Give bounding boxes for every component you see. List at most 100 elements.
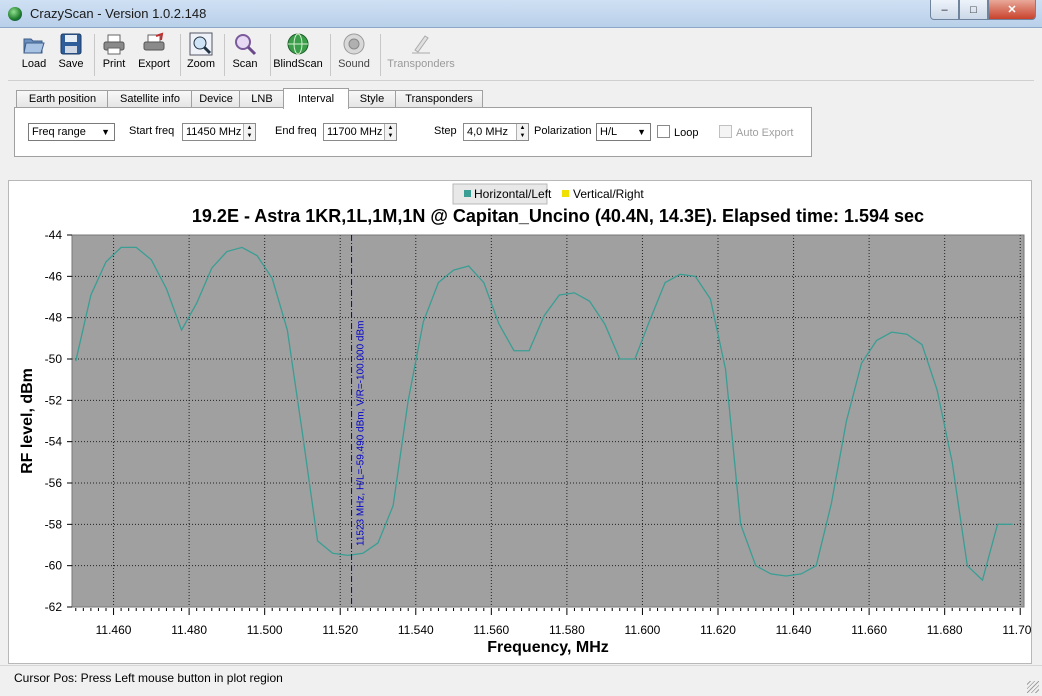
floppy-disk-icon [59,32,83,56]
chart-title: 19.2E - Astra 1KR,1L,1M,1N @ Capitan_Unc… [192,206,924,226]
end-freq-spinbox[interactable]: 11700 MHz ▲ ▼ [323,123,397,141]
step-label: Step [434,125,457,137]
print-label: Print [102,58,126,70]
start-freq-label: Start freq [129,125,175,137]
loop-label: Loop [674,127,699,139]
close-button[interactable]: ✕ [988,0,1036,20]
app-globe-icon [8,7,22,21]
printer-icon [102,32,126,56]
y-tick-label: -48 [45,311,63,325]
print-button[interactable]: Print [98,32,130,70]
y-tick-label: -46 [45,269,63,283]
start-freq-value: 11450 MHz [186,126,242,138]
y-tick-label: -44 [45,228,63,242]
tab-satellite-info[interactable]: Satellite info [107,90,193,108]
window-title: CrazyScan - Version 1.0.2.148 [30,6,207,21]
y-tick-label: -62 [45,600,63,614]
toolbar-separator [380,34,381,76]
window-controls: – □ ✕ [930,0,1036,20]
legend-label-horizontal: Horizontal/Left [474,187,552,201]
x-tick-label: 11.580 [549,623,585,637]
resize-grip-icon[interactable] [1027,681,1039,693]
scan-label: Scan [232,58,258,70]
spin-arrows-icon[interactable]: ▲ ▼ [516,124,528,140]
tab-interval[interactable]: Interval [283,88,349,109]
polarization-value: H/L [600,126,618,138]
minimize-button[interactable]: – [930,0,959,20]
cursor-position-status: Cursor Pos: Press Left mouse button in p… [14,671,283,685]
y-tick-label: -60 [45,559,63,573]
export-label: Export [138,58,170,70]
status-bar: Cursor Pos: Press Left mouse button in p… [0,665,1042,696]
loop-checkbox[interactable]: Loop [657,125,698,139]
toolbar-separator [180,34,181,76]
blindscan-label: BlindScan [273,58,323,70]
x-tick-label: 11.700 [1002,623,1031,637]
save-label: Save [58,58,84,70]
spectrum-plot[interactable]: 11.460 11.480 11.500 11.520 11.540 11.560 11.5… [8,180,1038,664]
plot-area [72,235,1024,607]
polarization-select[interactable]: H/L ▼ [596,123,651,141]
x-tick-label: 11.480 [171,623,207,637]
dropdown-arrow-icon: ▼ [637,127,646,137]
x-tick-label: 11.540 [398,623,434,637]
x-tick-label: 11.640 [776,623,812,637]
load-label: Load [21,58,47,70]
zoom-icon [189,32,213,56]
save-button[interactable]: Save [54,32,88,70]
sound-button[interactable]: Sound [334,32,374,70]
tab-lnb[interactable]: LNB [239,90,285,108]
y-tick-label: -58 [45,517,63,531]
spin-arrows-icon[interactable]: ▲ ▼ [243,124,255,140]
range-mode-select[interactable]: Freq range ▼ [28,123,115,141]
toolbar-separator [224,34,225,76]
dropdown-arrow-icon: ▼ [101,127,110,137]
export-button[interactable]: Export [134,32,174,70]
toolbar: Load Save Print Export Zoom Scan BlindSc… [8,30,1034,81]
checkbox-box-icon [719,125,732,138]
x-tick-label: 11.680 [927,623,963,637]
transponders-button[interactable]: Transponders [384,32,458,70]
y-tick-label: -50 [45,352,63,366]
step-spinbox[interactable]: 4,0 MHz ▲ ▼ [463,123,529,141]
interval-panel: Freq range ▼ Start freq 11450 MHz ▲ ▼ End… [14,107,812,157]
tab-style[interactable]: Style [347,90,397,108]
chart-svg[interactable]: 11.460 11.480 11.500 11.520 11.540 11.560 11.5… [9,181,1038,663]
auto-export-label: Auto Export [736,127,794,139]
x-tick-label: 11.600 [625,623,661,637]
zoom-button[interactable]: Zoom [184,32,218,70]
scan-button[interactable]: Scan [228,32,262,70]
speaker-icon [342,32,366,56]
pen-chart-icon [409,32,433,56]
cursor-readout: 11523 MHz, H/L=-59.490 dBm, V/R=-100.000… [356,321,367,547]
y-tick-label: -52 [45,393,63,407]
maximize-button[interactable]: □ [959,0,988,20]
legend-swatch-vertical [562,190,569,197]
spin-arrows-icon[interactable]: ▲ ▼ [384,124,396,140]
tab-transponders[interactable]: Transponders [395,90,483,108]
tab-earth-position[interactable]: Earth position [16,90,109,108]
checkbox-box-icon [657,125,670,138]
folder-open-icon [22,32,46,56]
transponders-label: Transponders [387,58,455,70]
toolbar-separator [94,34,95,76]
step-value: 4,0 MHz [467,126,508,138]
load-button[interactable]: Load [16,32,52,70]
y-axis-label: RF level, dBm [19,368,36,474]
end-freq-value: 11700 MHz [327,126,383,138]
auto-export-checkbox[interactable]: Auto Export [719,125,793,139]
magnifier-icon [233,32,257,56]
polarization-label: Polarization [534,125,592,137]
tab-device[interactable]: Device [191,90,241,108]
start-freq-spinbox[interactable]: 11450 MHz ▲ ▼ [182,123,256,141]
blindscan-button[interactable]: BlindScan [272,32,324,70]
y-tick-label: -56 [45,476,63,490]
sound-label: Sound [338,58,370,70]
range-mode-value: Freq range [32,126,86,138]
toolbar-separator [330,34,331,76]
y-tick-label: -54 [45,435,63,449]
x-axis-label: Frequency, MHz [487,639,609,656]
zoom-label: Zoom [186,58,216,70]
title-bar: CrazyScan - Version 1.0.2.148 – □ ✕ [0,0,1042,28]
x-tick-label: 11.660 [851,623,887,637]
